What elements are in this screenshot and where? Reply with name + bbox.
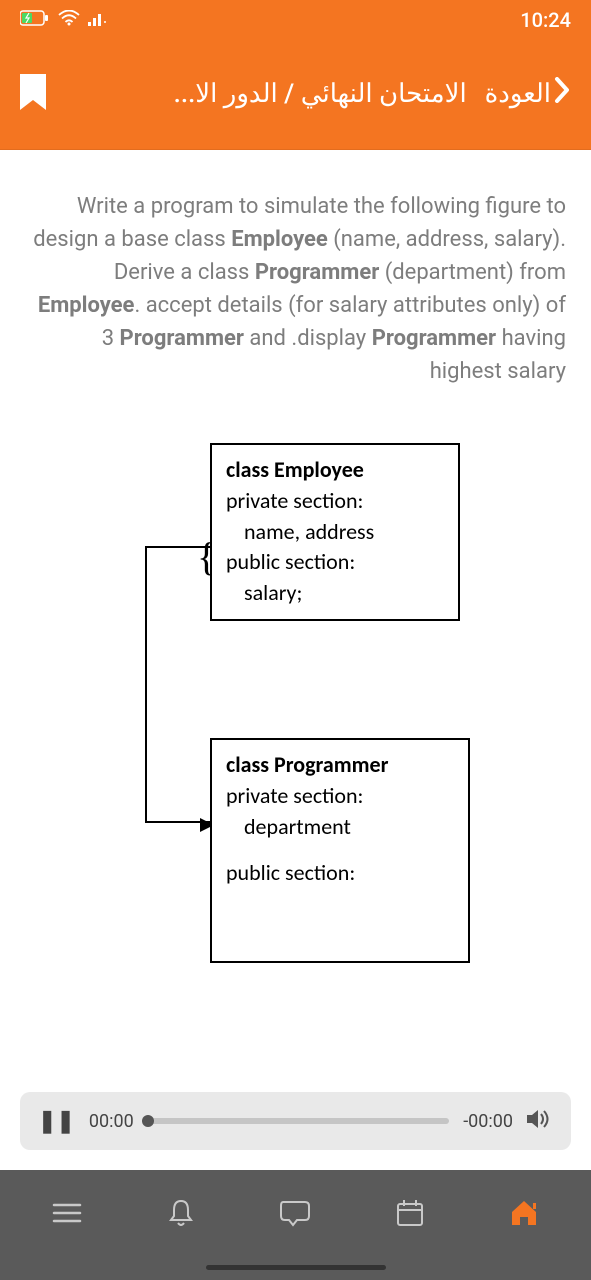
home-indicator[interactable] xyxy=(206,1265,386,1270)
calendar-icon[interactable] xyxy=(390,1193,430,1233)
back-label: العودة xyxy=(485,79,551,109)
employee-class-title: class Employee xyxy=(226,455,444,486)
text-line: public section: xyxy=(226,858,454,889)
audio-current-time: 00:00 xyxy=(89,1111,134,1132)
text-line: name, address xyxy=(226,517,444,548)
wifi-icon xyxy=(58,10,80,30)
question-text: Write a program to simulate the followin… xyxy=(25,190,566,388)
chevron-right-icon xyxy=(553,77,571,110)
bell-icon[interactable] xyxy=(161,1193,201,1233)
text-line: department xyxy=(226,812,454,843)
text-line: private section: xyxy=(226,781,454,812)
class-diagram: { class Employee private section: name, … xyxy=(25,443,566,983)
chat-icon[interactable] xyxy=(275,1193,315,1233)
main-content: Write a program to simulate the followin… xyxy=(0,150,591,1082)
battery-icon xyxy=(20,10,50,30)
bottom-nav xyxy=(0,1170,591,1280)
status-bar: 10:24 xyxy=(0,0,591,40)
text-line: salary; xyxy=(226,578,444,609)
app-header: الامتحان النهائي / الدور الا... العودة xyxy=(0,40,591,150)
audio-track[interactable] xyxy=(148,1118,449,1124)
audio-player[interactable]: ❚❚ 00:00 -00:00 xyxy=(20,1092,571,1150)
bookmark-icon[interactable] xyxy=(20,74,46,114)
status-time: 10:24 xyxy=(520,8,571,32)
volume-icon[interactable] xyxy=(527,1108,553,1134)
text-line: public section: xyxy=(226,547,444,578)
signal-icon xyxy=(88,10,110,30)
text-line: private section: xyxy=(226,486,444,517)
home-icon[interactable] xyxy=(504,1193,544,1233)
programmer-class-title: class Programmer xyxy=(226,750,454,781)
inheritance-connector xyxy=(145,548,210,823)
status-left xyxy=(20,10,110,30)
page-title: الامتحان النهائي / الدور الا... xyxy=(174,79,467,109)
pause-icon[interactable]: ❚❚ xyxy=(38,1109,75,1134)
audio-remaining-time: -00:00 xyxy=(463,1111,513,1132)
back-button[interactable]: العودة xyxy=(485,77,571,110)
menu-icon[interactable] xyxy=(47,1193,87,1233)
programmer-class-box: class Programmer private section: depart… xyxy=(210,738,470,963)
employee-class-box: class Employee private section: name, ad… xyxy=(210,443,460,621)
audio-playhead[interactable] xyxy=(142,1115,154,1127)
